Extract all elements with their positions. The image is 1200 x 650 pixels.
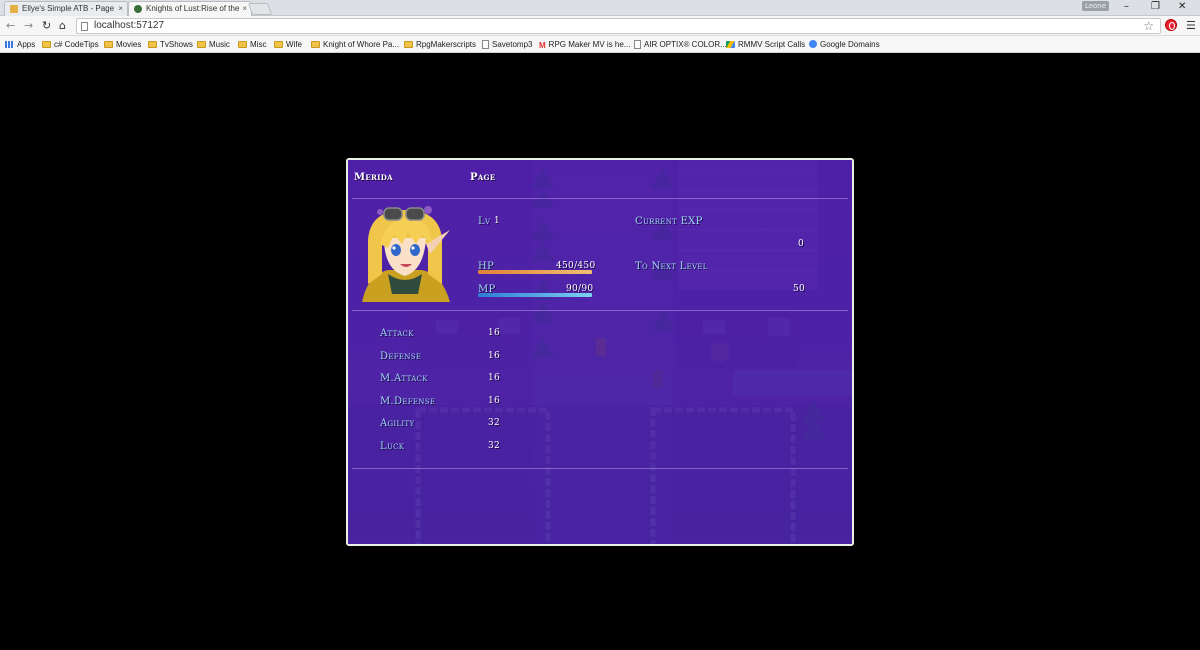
bookmark-item[interactable]: M RPG Maker MV is he... xyxy=(539,40,630,50)
bookmark-label: c# CodeTips xyxy=(54,40,99,49)
bookmark-label: Wife xyxy=(286,40,302,49)
actor-name: Merida xyxy=(354,172,393,183)
drive-icon xyxy=(726,41,735,48)
tab-label: Ellye's Simple ATB - Page xyxy=(22,4,115,13)
hp-value: 450/450 xyxy=(556,261,596,271)
bookmark-item[interactable]: Savetomp3 xyxy=(482,40,532,49)
current-exp-value: 0 xyxy=(798,239,805,249)
bookmark-item[interactable]: Music xyxy=(197,40,230,49)
hp-label: HP xyxy=(478,261,495,272)
param-value-defense: 16 xyxy=(488,351,501,361)
bookmark-item[interactable]: RMMV Script Calls xyxy=(726,40,805,49)
bookmark-label: Savetomp3 xyxy=(492,40,533,49)
bookmark-label: Movies xyxy=(116,40,142,49)
bookmark-item[interactable]: TvShows xyxy=(148,40,193,49)
param-label-m-attack: M.Attack xyxy=(380,373,428,384)
google-domains-icon xyxy=(809,40,817,48)
browser-tab-knights-of-lust[interactable]: Knights of Lust:Rise of the × xyxy=(128,1,252,17)
param-label-m-defense: M.Defense xyxy=(380,396,436,407)
restore-icon[interactable]: ❐ xyxy=(1151,1,1160,12)
tab-favicon-icon xyxy=(10,5,18,13)
bookmark-label: AIR OPTIX® COLOR... xyxy=(644,40,727,49)
folder-icon xyxy=(238,41,247,48)
folder-icon xyxy=(148,41,157,48)
bookmark-label: RpgMakerscripts xyxy=(416,40,477,49)
folder-icon xyxy=(311,41,320,48)
back-arrow-icon[interactable]: ← xyxy=(6,19,15,32)
bookmark-label: RPG Maker MV is he... xyxy=(548,40,631,49)
current-exp-label: Current EXP xyxy=(635,216,703,227)
mp-label: MP xyxy=(478,284,496,295)
bookmark-label: Google Domains xyxy=(820,40,880,49)
page-icon xyxy=(634,40,641,49)
reload-icon[interactable]: ↻ xyxy=(42,19,51,32)
folder-icon xyxy=(274,41,283,48)
actor-portrait xyxy=(362,206,450,302)
bookmark-label: Knight of Whore Pa... xyxy=(323,40,400,49)
gmail-icon: M xyxy=(539,41,546,50)
param-label-agility: Agility xyxy=(380,418,415,429)
forward-arrow-icon[interactable]: → xyxy=(24,19,33,32)
bookmark-item[interactable]: Google Domains xyxy=(809,40,880,49)
divider xyxy=(352,198,848,199)
bookmark-item[interactable]: AIR OPTIX® COLOR... xyxy=(634,40,727,49)
browser-tab-ellye-atb[interactable]: Ellye's Simple ATB - Page × xyxy=(4,1,128,16)
bookmark-label: Misc xyxy=(250,40,267,49)
mp-value: 90/90 xyxy=(566,284,594,294)
minimize-icon[interactable]: – xyxy=(1124,1,1129,12)
bookmark-item[interactable]: Wife xyxy=(274,40,302,49)
bookmark-label: RMMV Script Calls xyxy=(738,40,806,49)
bookmark-item[interactable]: RpgMakerscripts xyxy=(404,40,476,49)
address-bar-url: localhost:57127 xyxy=(94,20,165,31)
next-level-value: 50 xyxy=(793,284,806,294)
browser-tab-bar: Ellye's Simple ATB - Page × Knights of L… xyxy=(0,0,1200,17)
param-value-m-attack: 16 xyxy=(488,373,501,383)
next-level-label: To Next Level xyxy=(635,261,708,272)
browser-menu-icon[interactable]: ☰ xyxy=(1186,19,1196,32)
bookmark-label: Apps xyxy=(17,40,36,49)
param-label-defense: Defense xyxy=(380,351,422,362)
tab-favicon-icon xyxy=(134,5,142,13)
close-icon[interactable]: × xyxy=(118,4,123,13)
bookmark-item[interactable]: Knight of Whore Pa... xyxy=(311,40,399,49)
bookmark-item[interactable]: Misc xyxy=(238,40,266,49)
extension-icon[interactable] xyxy=(1165,19,1177,31)
close-icon[interactable]: × xyxy=(242,4,247,13)
divider xyxy=(352,468,848,469)
param-value-m-defense: 16 xyxy=(488,396,501,406)
param-value-luck: 32 xyxy=(488,441,501,451)
bookmarks-bar: Apps c# CodeTips Movies TvShows Music Mi… xyxy=(0,36,1200,53)
level-label: Lv xyxy=(478,216,491,227)
bookmark-item[interactable]: Movies xyxy=(104,40,141,49)
browser-toolbar: ← → ↻ ⌂ localhost:57127 ☆ xyxy=(0,16,1200,36)
user-profile-badge[interactable]: Leone xyxy=(1082,1,1109,11)
actor-class: Page xyxy=(470,172,496,183)
apps-icon xyxy=(5,41,14,48)
tab-label: Knights of Lust:Rise of the xyxy=(146,4,240,13)
page-icon xyxy=(81,22,88,31)
page-icon xyxy=(482,40,489,49)
address-bar[interactable]: localhost:57127 ☆ xyxy=(76,18,1161,34)
param-value-agility: 32 xyxy=(488,418,501,428)
status-window: Merida Page Lv 1 HP 450/450 MP 90/90 Cur… xyxy=(346,158,854,546)
bookmark-star-icon[interactable]: ☆ xyxy=(1143,19,1154,33)
home-icon[interactable]: ⌂ xyxy=(59,19,66,32)
param-value-attack: 16 xyxy=(488,328,501,338)
param-label-luck: Luck xyxy=(380,441,405,452)
folder-icon xyxy=(404,41,413,48)
bookmark-label: TvShows xyxy=(160,40,193,49)
bookmark-item[interactable]: c# CodeTips xyxy=(42,40,99,49)
new-tab-button[interactable] xyxy=(247,3,273,15)
param-label-attack: Attack xyxy=(380,328,414,339)
bookmark-label: Music xyxy=(209,40,230,49)
bookmark-apps[interactable]: Apps xyxy=(5,40,35,49)
divider xyxy=(352,310,848,311)
folder-icon xyxy=(42,41,51,48)
level-value: 1 xyxy=(494,216,501,226)
folder-icon xyxy=(197,41,206,48)
folder-icon xyxy=(104,41,113,48)
window-close-icon[interactable]: ✕ xyxy=(1178,1,1186,12)
